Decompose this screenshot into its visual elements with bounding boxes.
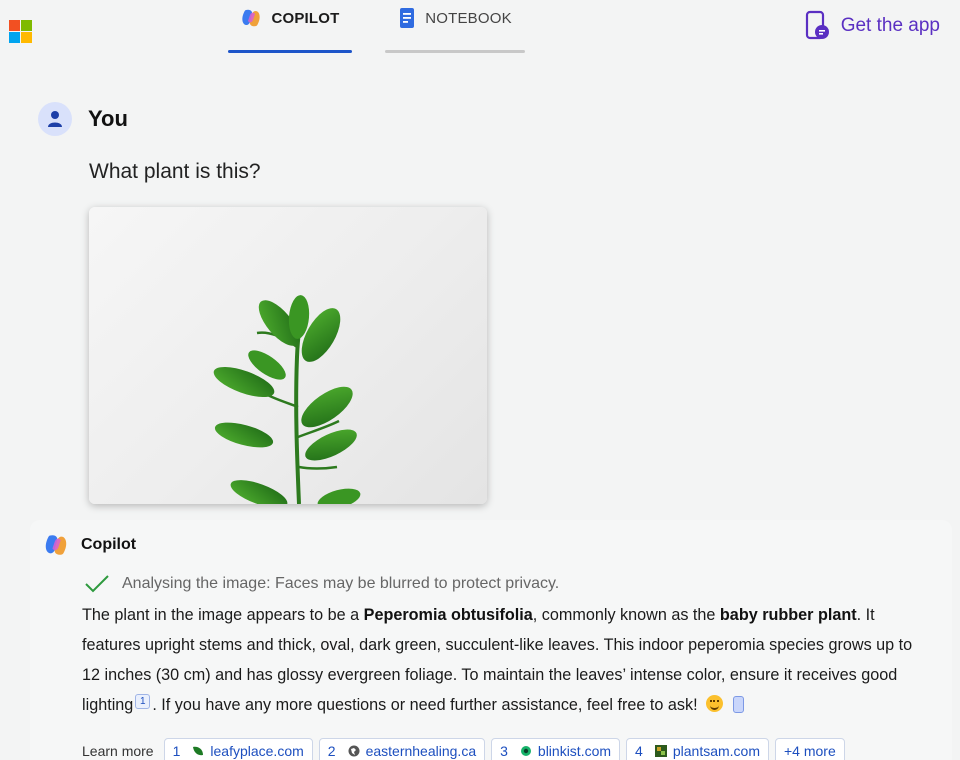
source-link-4[interactable]: 4 plantsam.com: [626, 738, 769, 760]
more-sources-button[interactable]: +4 more: [775, 738, 845, 760]
image-analysis-status: Analysing the image: Faces may be blurre…: [84, 574, 559, 594]
copilot-icon: [45, 535, 67, 555]
common-name-bold: baby rubber plant: [719, 606, 857, 624]
response-text-2: , commonly known as the: [532, 606, 720, 624]
source-label: plantsam.com: [672, 743, 760, 759]
user-name: You: [88, 106, 128, 131]
blinkist-icon: [520, 746, 531, 756]
smiley-emoji-icon: [706, 695, 724, 712]
response-text-1: The plant in the image appears to be a: [82, 606, 364, 624]
checkmark-icon: [85, 575, 109, 593]
copilot-name: Copilot: [81, 536, 137, 553]
microsoft-logo[interactable]: [9, 20, 32, 43]
plant-photo: [213, 295, 361, 504]
tab-copilot-label: COPILOT: [271, 9, 340, 27]
top-bar: COPILOT NOTEBOOK Get the app: [0, 0, 960, 60]
status-text: Analysing the image: Faces may be blurre…: [122, 575, 560, 592]
logo-green-square: [21, 20, 32, 31]
response-chip-icon[interactable]: [733, 696, 745, 713]
source-number: 1: [172, 743, 181, 759]
logo-blue-square: [9, 32, 20, 43]
response-paragraph: The plant in the image appears to be a P…: [82, 600, 930, 720]
get-the-app-label: Get the app: [840, 15, 940, 36]
response-text-4: . If you have any more questions or need…: [152, 696, 698, 714]
user-message-header: You: [38, 102, 128, 136]
tab-notebook[interactable]: NOTEBOOK: [385, 0, 525, 54]
source-link-2[interactable]: 2 easternhealing.ca: [318, 738, 486, 760]
plant-name-bold: Peperomia obtusifolia: [363, 606, 533, 624]
attached-plant-image[interactable]: [89, 207, 487, 504]
source-label: blinkist.com: [537, 743, 612, 759]
source-number: 2: [327, 743, 336, 759]
copilot-response-header: Copilot: [43, 532, 136, 558]
user-question: What plant is this?: [89, 160, 261, 183]
logo-yellow-square: [21, 32, 32, 43]
source-number: 4: [635, 743, 643, 759]
learn-more-sources: Learn more 1 leafyplace.com 2 easternhea…: [82, 738, 845, 760]
source-label: easternhealing.ca: [365, 743, 477, 759]
copilot-icon: [242, 9, 261, 27]
phone-chat-icon: [805, 10, 829, 40]
leaf-icon: [193, 746, 204, 756]
learn-more-label: Learn more: [82, 743, 154, 759]
plantsam-icon: [654, 745, 667, 757]
tab-notebook-label: NOTEBOOK: [425, 9, 512, 27]
globe-icon: [348, 745, 360, 757]
user-icon: [48, 111, 62, 127]
source-label: leafyplace.com: [210, 743, 304, 759]
more-sources-label: +4 more: [784, 743, 836, 759]
user-avatar: [38, 102, 72, 136]
logo-red-square: [9, 20, 20, 31]
source-number: 3: [500, 743, 508, 759]
tab-copilot[interactable]: COPILOT: [228, 0, 352, 54]
source-link-3[interactable]: 3 blinkist.com: [491, 738, 621, 760]
notebook-icon: [400, 8, 415, 28]
get-the-app-link[interactable]: Get the app: [805, 10, 940, 42]
source-link-1[interactable]: 1 leafyplace.com: [163, 738, 313, 760]
citation-1[interactable]: 1: [135, 694, 151, 709]
